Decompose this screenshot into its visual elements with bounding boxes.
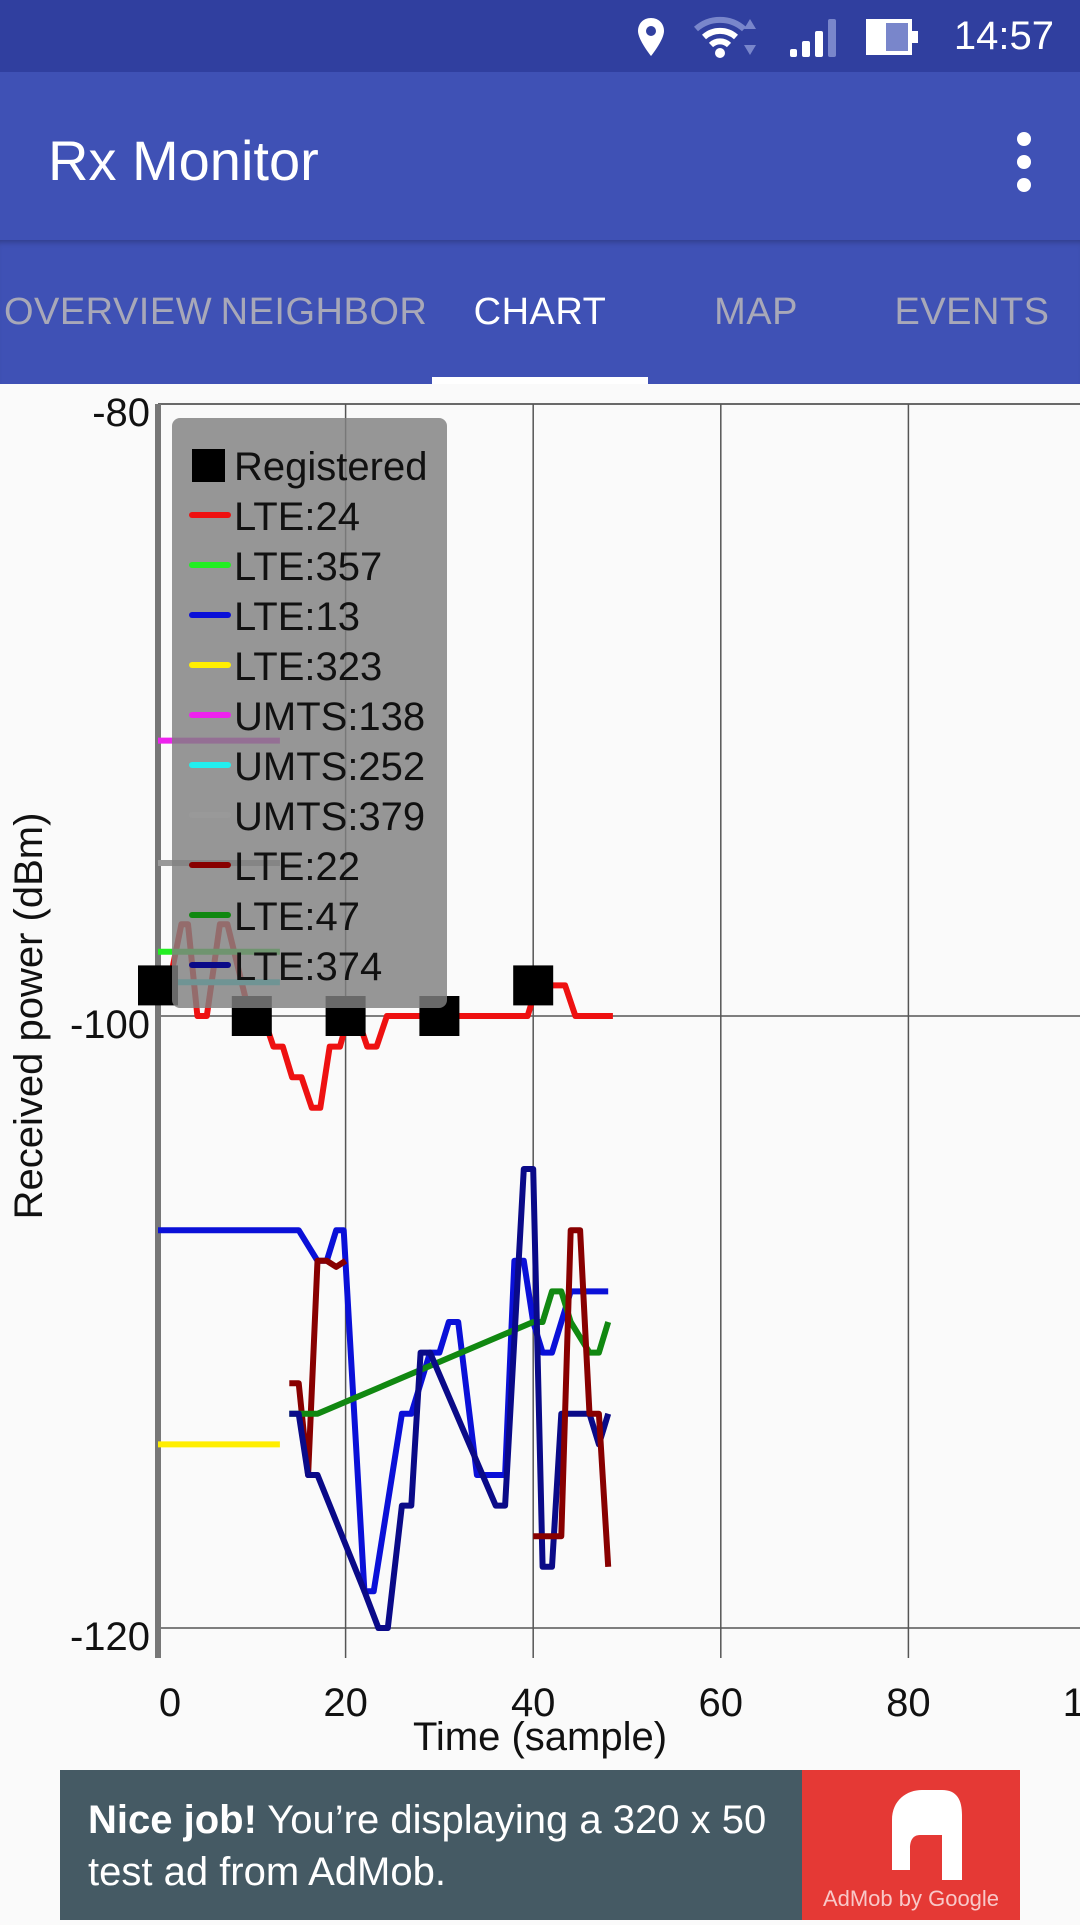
x-tick-label: 60 xyxy=(699,1681,744,1725)
ad-logo-caption: AdMob by Google xyxy=(822,1886,1000,1911)
legend: Registered LTE:24 LTE:357 LTE:13 LTE:323 UMTS… xyxy=(172,418,447,1008)
tab-events[interactable]: EVENTS xyxy=(864,240,1080,384)
status-time: 14:57 xyxy=(953,14,1054,58)
received-power-chart[interactable]: -80-100-120 020406080100 Time (sample) R… xyxy=(0,384,1080,1768)
legend-label: Registered xyxy=(234,445,427,489)
y-tick-label: -120 xyxy=(70,1615,150,1659)
tab-overview[interactable]: OVERVIEW xyxy=(0,240,216,384)
legend-label: LTE:24 xyxy=(234,495,360,539)
x-axis-label: Time (sample) xyxy=(413,1715,667,1759)
wifi-icon xyxy=(694,16,756,58)
legend-label: UMTS:138 xyxy=(234,695,425,739)
series-line-lte-374 xyxy=(289,1166,612,1631)
ad-headline: Nice job! xyxy=(88,1798,257,1842)
legend-label: UMTS:252 xyxy=(234,745,425,789)
tab-chart[interactable]: CHART xyxy=(432,240,648,384)
battery-icon xyxy=(866,19,918,55)
more-options-button[interactable] xyxy=(994,122,1054,202)
legend-label: LTE:13 xyxy=(234,595,360,639)
cell-signal-icon xyxy=(790,19,836,57)
ad-text: Nice job! You’re displaying a 320 x 50 t… xyxy=(88,1794,828,1898)
status-icons xyxy=(636,14,920,60)
admob-logo: AdMob by Google xyxy=(802,1770,1020,1920)
status-bar: 14:57 xyxy=(0,0,1080,72)
y-tick-labels: -80 -100 -120 xyxy=(70,391,150,1659)
location-icon xyxy=(638,18,664,56)
more-vert-icon xyxy=(1017,132,1031,146)
tab-neighbor[interactable]: NEIGHBOR xyxy=(216,240,432,384)
legend-swatch-square xyxy=(192,449,225,482)
series-line-lte-22-cont xyxy=(533,1227,612,1567)
x-tick-label: 80 xyxy=(886,1681,931,1725)
series-line-lte-22 xyxy=(289,1257,348,1478)
tab-indicator xyxy=(432,377,648,384)
app-bar: Rx Monitor xyxy=(0,72,1080,240)
x-tick-label: 0 xyxy=(159,1681,181,1725)
x-tick-label: 100 xyxy=(1063,1681,1080,1725)
tab-map[interactable]: MAP xyxy=(648,240,864,384)
y-axis-label: Received power (dBm) xyxy=(7,813,51,1220)
chart-area[interactable]: -80-100-120 020406080100 Time (sample) R… xyxy=(0,384,1080,1768)
x-tick-label: 20 xyxy=(323,1681,368,1725)
tab-bar: OVERVIEW NEIGHBOR CHART MAP EVENTS xyxy=(0,240,1080,384)
ad-banner[interactable]: Nice job! You’re displaying a 320 x 50 t… xyxy=(60,1770,1020,1920)
legend-label: LTE:323 xyxy=(234,645,382,689)
legend-label: UMTS:379 xyxy=(234,795,425,839)
legend-label: LTE:22 xyxy=(234,845,360,889)
legend-label: LTE:357 xyxy=(234,545,382,589)
app-title: Rx Monitor xyxy=(48,129,319,192)
registered-marker xyxy=(513,965,554,1006)
y-tick-label: -80 xyxy=(92,391,150,435)
y-tick-label: -100 xyxy=(70,1003,150,1047)
legend-label: LTE:47 xyxy=(234,895,360,939)
legend-label: LTE:374 xyxy=(234,945,382,989)
